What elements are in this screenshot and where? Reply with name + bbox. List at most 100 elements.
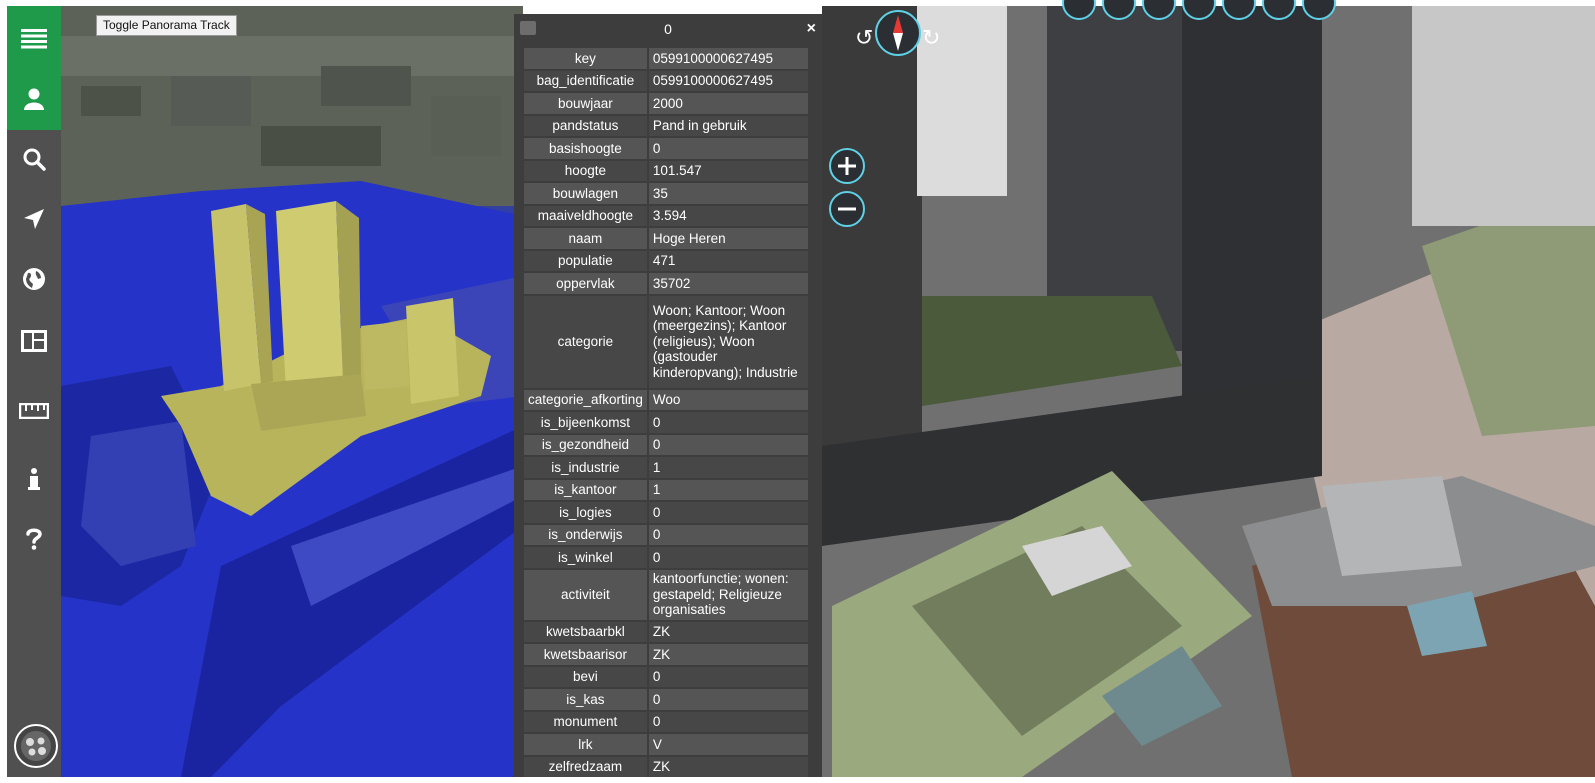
attribute-value: 101.547 <box>648 160 808 181</box>
menu-button[interactable] <box>7 14 61 64</box>
dashboard-button[interactable] <box>7 316 61 366</box>
attribute-table: key 0599100000627495 bag_identificatie 0599… <box>524 46 808 777</box>
attribute-row: oppervlak 35702 <box>524 273 808 294</box>
user-button[interactable] <box>7 74 61 124</box>
attribute-row: categorie Woon; Kantoor; Woon (meergezins… <box>524 295 808 388</box>
attribute-row: bouwjaar 2000 <box>524 93 808 114</box>
attribute-row: basishoogte 0 <box>524 138 808 159</box>
aerial-photo-view[interactable] <box>822 6 1595 777</box>
panorama-track-toggle-button[interactable]: Toggle Panorama Track <box>96 15 237 36</box>
attribute-key: pandstatus <box>524 115 649 136</box>
attribute-row: activiteit kantoorfunctie; wonen: gestape… <box>524 569 808 620</box>
attribute-key: is_bijeenkomst <box>524 412 649 433</box>
attribute-value: 0 <box>648 524 808 545</box>
search-icon <box>23 148 46 171</box>
attribute-key: categorie <box>524 295 649 388</box>
globe-button[interactable] <box>7 254 61 304</box>
attribute-value: 0 <box>648 434 808 455</box>
attribute-value: ZK <box>648 621 808 642</box>
attribute-value: 0 <box>648 711 808 732</box>
attribute-row: naam Hoge Heren <box>524 228 808 249</box>
map-3d-scene <box>61 6 523 777</box>
dashboard-icon <box>21 330 47 352</box>
attribute-value: Hoge Heren <box>648 228 808 249</box>
attribute-value: V <box>648 734 808 755</box>
attribute-row: kwetsbaarbkl ZK <box>524 621 808 642</box>
attribute-row: maaiveldhoogte 3.594 <box>524 205 808 226</box>
attribute-value: 0 <box>648 138 808 159</box>
attribute-key: bag_identificatie <box>524 70 649 91</box>
attribute-value: Woo <box>648 389 808 410</box>
attribute-row: is_onderwijs 0 <box>524 524 808 545</box>
map-3d-view[interactable]: Toggle Panorama Track <box>61 6 523 777</box>
attribute-key: zelfredzaam <box>524 756 649 777</box>
globe-icon <box>23 268 45 290</box>
attribute-row: is_logies 0 <box>524 502 808 523</box>
feature-attribute-panel: 0 × key 0599100000627495 bag_identificatie… <box>514 14 822 777</box>
attribute-row: key 0599100000627495 <box>524 48 808 69</box>
attribute-row: is_kantoor 1 <box>524 479 808 500</box>
attribute-value: 1 <box>648 457 808 478</box>
attribute-row: hoogte 101.547 <box>524 160 808 181</box>
measure-button[interactable] <box>7 386 61 436</box>
plus-icon <box>838 157 856 175</box>
search-button[interactable] <box>7 134 61 184</box>
zoom-out-button[interactable] <box>829 191 865 227</box>
attribute-row: monument 0 <box>524 711 808 732</box>
info-icon <box>28 468 40 490</box>
info-button[interactable] <box>7 454 61 504</box>
attribute-key: kwetsbaarisor <box>524 644 649 665</box>
attribute-row: is_kas 0 <box>524 689 808 710</box>
compass-button[interactable] <box>875 10 921 56</box>
attribute-key: populatie <box>524 250 649 271</box>
attribute-row: populatie 471 <box>524 250 808 271</box>
ruler-icon <box>19 403 49 419</box>
attribute-key: is_onderwijs <box>524 524 649 545</box>
help-button[interactable] <box>7 514 61 564</box>
sidebar <box>7 6 61 777</box>
attribute-row: is_gezondheid 0 <box>524 434 808 455</box>
attribute-key: is_gezondheid <box>524 434 649 455</box>
attribute-key: basishoogte <box>524 138 649 159</box>
rotate-left-icon[interactable]: ↺ <box>855 25 873 51</box>
user-icon <box>24 88 44 110</box>
attribute-value: 3.594 <box>648 205 808 226</box>
navigate-icon <box>24 209 44 229</box>
basemap-globe-icon <box>21 731 51 761</box>
attribute-key: naam <box>524 228 649 249</box>
attribute-row: pandstatus Pand in gebruik <box>524 115 808 136</box>
attribute-value: 471 <box>648 250 808 271</box>
attribute-value: 0 <box>648 412 808 433</box>
attribute-panel-header: 0 × <box>514 14 822 44</box>
basemap-button[interactable] <box>14 724 58 768</box>
navigate-button[interactable] <box>7 194 61 244</box>
attribute-row: is_winkel 0 <box>524 547 808 568</box>
attribute-key: bouwjaar <box>524 93 649 114</box>
attribute-key: key <box>524 48 649 69</box>
minus-icon <box>838 207 856 211</box>
attribute-row: is_bijeenkomst 0 <box>524 412 808 433</box>
attribute-key: kwetsbaarbkl <box>524 621 649 642</box>
attribute-value: 2000 <box>648 93 808 114</box>
attribute-value: ZK <box>648 756 808 777</box>
panel-window-icon <box>520 21 536 35</box>
attribute-key: is_logies <box>524 502 649 523</box>
close-button[interactable]: × <box>807 14 816 44</box>
rotate-right-icon[interactable]: ↻ <box>922 25 940 51</box>
attribute-value: 0599100000627495 <box>648 48 808 69</box>
attribute-value: ZK <box>648 644 808 665</box>
attribute-row: bag_identificatie 0599100000627495 <box>524 70 808 91</box>
zoom-in-button[interactable] <box>829 148 865 184</box>
attribute-value: kantoorfunctie; wonen: gestapeld; Religi… <box>648 569 808 620</box>
attribute-value: 35702 <box>648 273 808 294</box>
attribute-row: zelfredzaam ZK <box>524 756 808 777</box>
attribute-row: categorie_afkorting Woo <box>524 389 808 410</box>
attribute-value: 0 <box>648 689 808 710</box>
attribute-value: 35 <box>648 183 808 204</box>
menu-icon <box>21 29 47 49</box>
compass-icon <box>893 15 903 51</box>
attribute-key: is_industrie <box>524 457 649 478</box>
attribute-row: kwetsbaarisor ZK <box>524 644 808 665</box>
attribute-panel-title: 0 <box>664 21 672 37</box>
attribute-row: lrk V <box>524 734 808 755</box>
